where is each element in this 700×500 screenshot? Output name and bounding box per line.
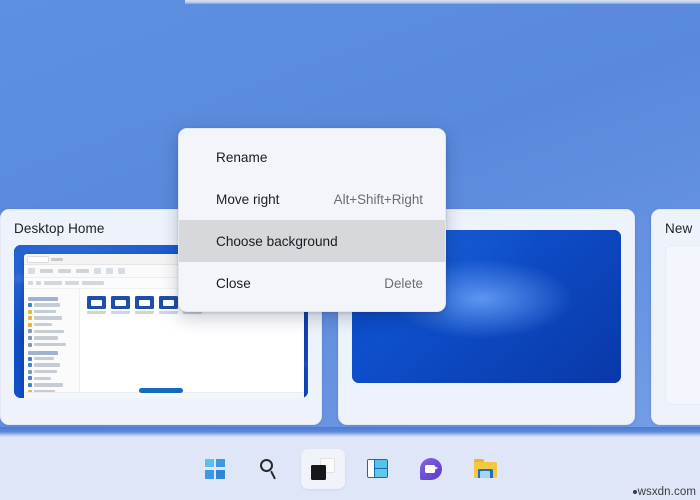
- taskbar-button-task-view[interactable]: [301, 448, 345, 489]
- taskbar-divider: [0, 427, 700, 436]
- desktop-card-new[interactable]: New: [651, 209, 700, 425]
- active-desktop-indicator: [139, 388, 183, 393]
- taskbar-button-chat[interactable]: [409, 449, 453, 489]
- folder-icon: [473, 459, 497, 478]
- navpane-item: [28, 369, 76, 374]
- menu-item-label: Move right: [216, 191, 280, 207]
- menu-item-label: Rename: [216, 149, 268, 165]
- menu-item-label: Close: [216, 275, 251, 291]
- ribbon-button: [58, 269, 71, 273]
- navpane-item: [28, 303, 76, 307]
- folder-item: [159, 296, 178, 314]
- task-view-icon: [311, 457, 335, 480]
- ribbon-button: [28, 268, 35, 274]
- ribbon-button: [118, 268, 125, 274]
- top-edge-strip: [185, 0, 700, 4]
- navpane-item: [28, 329, 76, 334]
- ribbon-button: [106, 268, 113, 274]
- menu-item-close[interactable]: Close Delete: [179, 262, 445, 304]
- desktop-card-title: New: [665, 221, 693, 236]
- navpane-group: [28, 350, 58, 355]
- context-menu[interactable]: Rename Move right Alt+Shift+Right Choose…: [178, 128, 446, 312]
- watermark-dot: [632, 490, 637, 494]
- ribbon-button: [40, 269, 53, 273]
- task-view-screen: Desktop Home New Rename Move right Alt+S…: [0, 0, 700, 500]
- navpane-item: [28, 382, 76, 387]
- folder-item: [111, 296, 130, 314]
- ribbon-button: [76, 269, 89, 273]
- addressbar-seg: [82, 281, 104, 285]
- navpane-item: [28, 356, 76, 361]
- taskbar-button-widgets[interactable]: [355, 449, 399, 489]
- navpane-item: [28, 322, 76, 327]
- watermark-text: wsxdn.com: [637, 486, 696, 498]
- widgets-icon: [366, 459, 388, 478]
- taskbar-button-start[interactable]: [193, 449, 237, 489]
- watermark: wsxdn.com: [632, 486, 696, 498]
- chat-icon: [420, 457, 442, 480]
- windows-logo-icon: [205, 458, 225, 479]
- desktop-thumbnail-new[interactable]: [665, 245, 700, 405]
- addressbar-seg: [36, 281, 41, 285]
- mini-window-tab: [27, 255, 49, 263]
- navpane-group: [28, 297, 58, 301]
- taskbar: [0, 436, 700, 500]
- menu-item-rename[interactable]: Rename: [179, 136, 445, 178]
- folder-item: [135, 296, 154, 314]
- folder-item: [87, 296, 106, 314]
- navpane-item: [28, 363, 76, 368]
- navpane-item: [28, 335, 76, 340]
- taskbar-button-file-explorer[interactable]: [463, 449, 507, 489]
- menu-item-move-right[interactable]: Move right Alt+Shift+Right: [179, 178, 445, 220]
- ribbon-button: [94, 268, 101, 274]
- menu-item-label: Choose background: [216, 233, 338, 249]
- addressbar-seg: [28, 281, 33, 285]
- search-icon: [259, 458, 280, 479]
- mini-window-navpane: [24, 289, 80, 398]
- navpane-item: [28, 316, 76, 321]
- menu-item-accelerator: Alt+Shift+Right: [333, 191, 423, 207]
- menu-item-accelerator: Delete: [384, 275, 423, 291]
- taskbar-button-search[interactable]: [247, 449, 291, 489]
- navpane-item: [28, 309, 76, 314]
- addressbar-seg: [44, 281, 62, 285]
- mini-window-tab-extra: [51, 257, 63, 261]
- menu-item-choose-background[interactable]: Choose background: [179, 220, 445, 262]
- navpane-item: [28, 342, 76, 347]
- addressbar-seg: [65, 281, 79, 285]
- navpane-item: [28, 376, 76, 381]
